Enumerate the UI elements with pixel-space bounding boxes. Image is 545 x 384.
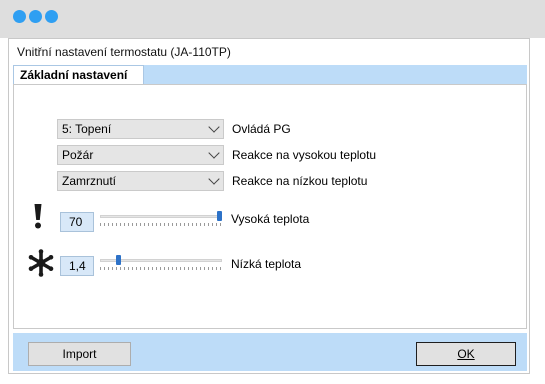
dialog-title: Vnitřní nastavení termostatu (JA-110TP) bbox=[17, 45, 231, 59]
tab-strip: Základní nastavení bbox=[13, 65, 527, 85]
chevron-down-icon bbox=[208, 147, 220, 159]
low-temp-slider-ticks bbox=[100, 267, 222, 270]
combo-value: Zamrznutí bbox=[62, 174, 117, 188]
minimize-window-icon[interactable] bbox=[29, 10, 42, 23]
low-temp-value[interactable]: 1,4 bbox=[60, 256, 94, 276]
window-titlebar bbox=[0, 0, 545, 38]
settings-dialog: Vnitřní nastavení termostatu (JA-110TP) … bbox=[8, 38, 530, 374]
ok-button-label: OK bbox=[457, 347, 475, 361]
snowflake-icon bbox=[28, 249, 54, 277]
chevron-down-icon bbox=[208, 121, 220, 133]
combo-value: 5: Topení bbox=[62, 122, 112, 136]
low-temp-reaction-label: Reakce na nízkou teplotu bbox=[232, 174, 368, 188]
basic-settings-panel: 5: Topení Ovládá PG Požár Reakce na vyso… bbox=[13, 84, 527, 329]
combo-value: Požár bbox=[62, 148, 94, 162]
high-temp-label: Vysoká teplota bbox=[231, 212, 310, 226]
import-button[interactable]: Import bbox=[28, 342, 131, 366]
dialog-footer: Import OK bbox=[13, 333, 527, 371]
high-temp-value[interactable]: 70 bbox=[60, 212, 94, 232]
high-temp-slider-thumb[interactable] bbox=[217, 211, 222, 221]
controlled-by-pg-label: Ovládá PG bbox=[232, 122, 291, 136]
high-temp-slider-ticks bbox=[100, 223, 222, 226]
close-window-icon[interactable] bbox=[13, 10, 26, 23]
low-temp-reaction-select[interactable]: Zamrznutí bbox=[57, 171, 224, 191]
ok-button[interactable]: OK bbox=[416, 342, 516, 366]
high-temp-reaction-select[interactable]: Požár bbox=[57, 145, 224, 165]
high-temp-reaction-label: Reakce na vysokou teplotu bbox=[232, 148, 377, 162]
maximize-window-icon[interactable] bbox=[45, 10, 58, 23]
controlled-by-pg-select[interactable]: 5: Topení bbox=[57, 119, 224, 139]
tab-basic-settings[interactable]: Základní nastavení bbox=[13, 65, 144, 85]
high-temp-slider-track[interactable] bbox=[100, 215, 222, 218]
exclamation-icon bbox=[34, 204, 42, 229]
low-temp-slider-thumb[interactable] bbox=[116, 255, 122, 265]
chevron-down-icon bbox=[208, 173, 220, 185]
low-temp-label: Nízká teplota bbox=[231, 257, 302, 271]
